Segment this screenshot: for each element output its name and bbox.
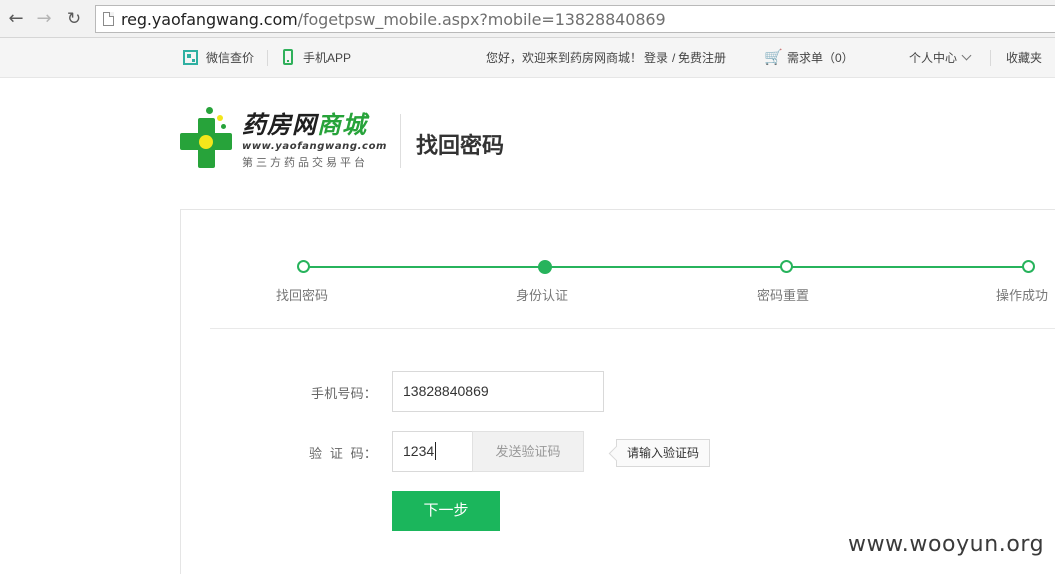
- progress-track: [303, 266, 1030, 268]
- phone-input[interactable]: 13828840869: [392, 371, 604, 412]
- code-tooltip: 请输入验证码: [616, 439, 711, 467]
- logo-title: 药房网商城: [242, 112, 367, 140]
- step-dot-2: [538, 260, 552, 274]
- mobile-app-link[interactable]: 手机APP: [303, 50, 351, 66]
- qr-code-icon: [183, 50, 198, 65]
- mobile-phone-icon: [283, 49, 293, 65]
- register-link[interactable]: 免费注册: [678, 50, 726, 66]
- page-title: 找回密码: [416, 133, 505, 158]
- send-code-button[interactable]: 发送验证码: [472, 431, 584, 472]
- step-label-3: 密码重置: [757, 288, 810, 303]
- address-bar[interactable]: reg.yaofangwang.com/fogetpsw_mobile.aspx…: [95, 5, 1055, 33]
- welcome-text: 您好，欢迎来到药房网商城！: [486, 51, 643, 65]
- logo-title-green: 商城: [317, 112, 367, 139]
- reload-icon[interactable]: ↻: [64, 9, 84, 29]
- personal-center-label: 个人中心: [909, 51, 958, 65]
- site-topbar: 微信查价 手机APP 您好，欢迎来到药房网商城！ 登录 / 免费注册 🛒 需求单…: [0, 38, 1055, 78]
- section-divider: [210, 328, 1055, 329]
- logo-subtitle: 第三方药品交易平台: [242, 157, 368, 169]
- url-domain: reg.yaofangwang.com: [121, 10, 298, 29]
- favorites-link[interactable]: 收藏夹: [1006, 50, 1042, 66]
- page-icon: [103, 12, 114, 26]
- step-dot-4: [1022, 260, 1035, 273]
- password-recovery-panel: 找回密码 身份认证 密码重置 操作成功 手机号码： 13828840869 验 …: [180, 209, 1055, 574]
- text-caret: [435, 442, 437, 461]
- demand-list-link[interactable]: 需求单（0）: [787, 50, 854, 66]
- browser-toolbar: ← → ↻ reg.yaofangwang.com/fogetpsw_mobil…: [0, 0, 1055, 38]
- step-dot-1: [297, 260, 310, 273]
- login-link[interactable]: 登录: [644, 50, 668, 66]
- wechat-price-link[interactable]: 微信查价: [206, 50, 254, 66]
- topbar-divider: [990, 50, 991, 66]
- shopping-cart-icon[interactable]: 🛒: [764, 49, 783, 65]
- url-path: /fogetpsw_mobile.aspx?mobile=13828840869: [297, 10, 666, 29]
- address-bar-url: reg.yaofangwang.com/fogetpsw_mobile.aspx…: [121, 10, 666, 29]
- step-label-2: 身份认证: [516, 288, 569, 303]
- chevron-down-icon: [961, 50, 972, 61]
- personal-center-menu[interactable]: 个人中心: [909, 50, 972, 66]
- step-label-1: 找回密码: [276, 288, 329, 303]
- login-register-separator: /: [672, 51, 676, 65]
- logo-title-main: 药房网: [242, 112, 317, 139]
- logo-url: www.yaofangwang.com: [242, 141, 388, 152]
- back-arrow-icon[interactable]: ←: [6, 9, 26, 29]
- topbar-divider: [267, 50, 268, 66]
- forward-arrow-icon[interactable]: →: [34, 9, 54, 29]
- verification-code-label: 验 证 码：: [309, 446, 378, 461]
- step-dot-3: [780, 260, 793, 273]
- verification-code-value: 1234: [403, 443, 435, 459]
- step-label-4: 操作成功: [996, 288, 1049, 303]
- next-step-button[interactable]: 下一步: [392, 491, 500, 531]
- phone-label: 手机号码：: [311, 386, 378, 401]
- phone-value: 13828840869: [403, 383, 489, 399]
- pharmacy-cross-icon: [180, 106, 232, 168]
- watermark: www.wooyun.org: [848, 532, 1045, 557]
- header-divider: [400, 114, 401, 168]
